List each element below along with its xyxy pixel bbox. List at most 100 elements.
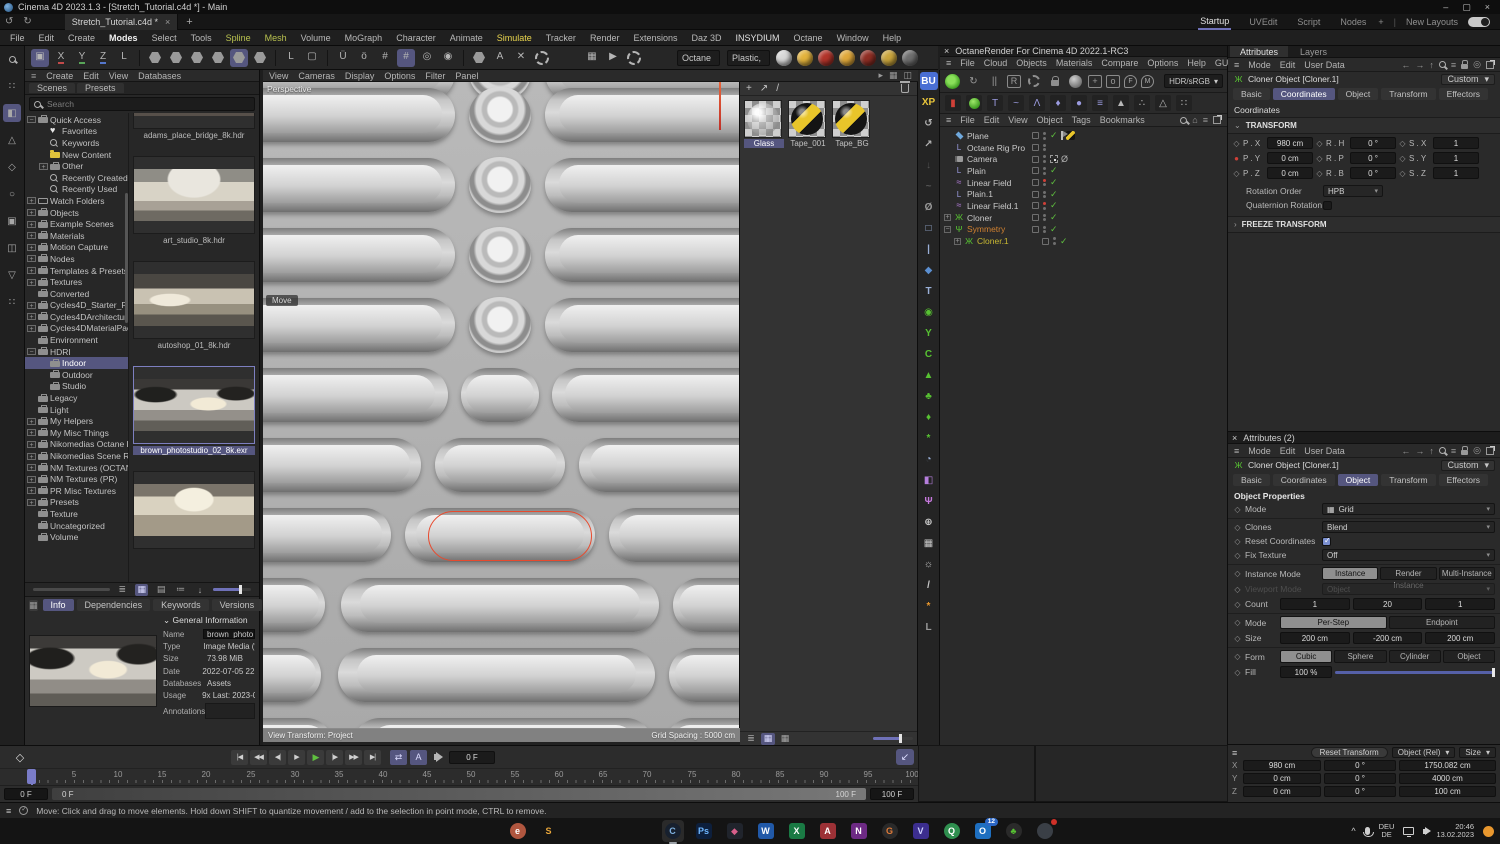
add-material-button[interactable]: + [746,83,752,94]
points-mode-button[interactable] [167,49,185,67]
object-expand-icon[interactable] [944,179,951,186]
material-preset-dropdown[interactable]: Plastic, [727,49,771,66]
viewport-menu-item[interactable]: Panel [455,71,478,81]
triangle-tool-icon[interactable]: △ [3,131,21,149]
line-primitive-button[interactable]: | [920,240,938,258]
octane-menu-item[interactable]: Compare [1101,58,1138,68]
coords-size-dropdown[interactable]: Size ▾ [1459,747,1496,758]
material-ball-icon[interactable] [1067,73,1084,90]
tri-solid-icon[interactable]: ▲ [1113,95,1129,111]
null-object-button[interactable]: Ø [920,198,938,216]
tree-item[interactable]: + Nikomedias Octane Rig Pr [25,439,128,451]
keyframe-dot-icon[interactable] [1233,652,1242,661]
tree-item[interactable]: + Nikomedias Scene Rig Ulti [25,450,128,462]
size-field[interactable]: -200 cm [1352,632,1423,644]
object-name[interactable]: Octane Rig Pro [967,143,1029,153]
param-field[interactable]: 0 ° [1350,167,1396,179]
split-tool-icon[interactable]: ◫ [3,239,21,257]
lock-icon[interactable] [1461,446,1469,455]
thumbnail-size-slider[interactable] [212,585,251,594]
find-icon[interactable] [3,50,21,68]
object-expand-icon[interactable] [944,202,951,209]
layout-tab[interactable]: Nodes [1338,15,1368,29]
mograph-cache-button[interactable]: ♦ [920,408,938,426]
keyframe-dot-icon[interactable] [1233,537,1242,546]
text-object-button[interactable]: T [920,282,938,300]
object-row[interactable]: + Cloner [940,212,1227,224]
asset-thumbnail[interactable] [133,366,255,444]
tree-item[interactable]: + Cycles4DMaterialPack-4K [25,323,128,335]
expand-icon[interactable]: + [27,232,36,240]
spline-pen-button[interactable]: ~ [920,177,938,195]
expand-icon[interactable]: + [27,278,36,287]
start-button[interactable] [445,820,467,842]
target-button[interactable]: ◉ [439,49,457,67]
om-popout-icon[interactable] [1213,115,1222,124]
sound-toggle-icon[interactable] [434,752,443,762]
enabled-check-icon[interactable] [1050,201,1058,210]
keyframe-dot-icon[interactable] [1233,523,1242,532]
asset-thumbnail[interactable] [133,261,255,339]
tree-item[interactable]: Studio [25,381,128,393]
form-segment[interactable]: Sphere [1334,650,1387,663]
count-field[interactable]: 1 [1280,598,1350,610]
tree-item[interactable]: + Textures [25,276,128,288]
object-name[interactable]: Plain [967,166,1029,176]
viewport-menu-item[interactable]: Cameras [298,71,335,81]
x-axis-lock[interactable]: X [52,49,70,67]
layer-square-icon[interactable] [1032,144,1039,152]
count-field[interactable]: 1 [1425,598,1496,610]
workplane-button[interactable]: L [282,49,300,67]
menu-item[interactable]: MoGraph [345,33,383,43]
viewport-menu-item[interactable]: Filter [425,71,445,81]
expand-icon[interactable]: − [27,116,36,124]
cloner-object-button[interactable]: ◉ [920,303,938,321]
cluster-button[interactable]: ♣ [920,387,938,405]
colorspace-dropdown[interactable]: HDR/sRGB ▾ [1164,74,1223,88]
globe-environment-button[interactable]: ⊕ [920,513,938,531]
octane-menu-item[interactable]: Materials [1056,58,1093,68]
expand-icon[interactable]: + [27,464,36,472]
material-thumbnail[interactable] [744,100,782,138]
attr-menu-item[interactable]: Mode [1248,446,1271,456]
render-target-button[interactable]: ▮ [945,95,961,111]
expand-icon[interactable]: + [27,243,36,252]
menu-item[interactable]: Simulate [497,33,532,43]
quaternion-checkbox[interactable] [1323,200,1332,210]
new-layouts-toggle[interactable] [1468,16,1490,27]
om-menu-item[interactable]: File [960,115,975,125]
attr-burger-icon[interactable]: ≡ [1234,446,1239,456]
info-tab[interactable]: Info [42,599,74,611]
task-view-button[interactable] [476,820,498,842]
fill-field[interactable]: 100 % [1280,666,1332,678]
keyframe-dot-icon[interactable] [1233,505,1242,514]
polyfx-button[interactable]: ▲ [920,366,938,384]
material-ball-darkred[interactable] [860,49,877,66]
layer-square-icon[interactable] [1032,225,1039,233]
object-row[interactable]: Plane [940,130,1227,142]
layer-square-icon[interactable] [1032,155,1039,163]
grid-button[interactable]: # [376,49,394,67]
expand-icon[interactable]: + [39,162,48,171]
material-ball-white[interactable] [776,49,793,66]
camera-list-button[interactable]: ▦ [920,534,938,552]
menu-item[interactable]: Character [396,33,436,43]
material-item[interactable]: Tape_001 [788,100,828,148]
render-view-button[interactable]: ▦ [583,49,601,67]
object-row[interactable]: − Symmetry [940,224,1227,236]
texture-mode-button[interactable] [251,49,269,67]
octane-spline-icon[interactable]: ~ [1008,95,1024,111]
asset-item[interactable]: brown_photostudio_02_8k.exr [133,366,255,455]
attribute-subtab[interactable]: Effectors [1438,474,1489,486]
attribute-subtab[interactable]: Object [1337,474,1379,486]
object-name[interactable]: Linear Field.1 [967,201,1029,211]
word[interactable]: W [755,820,777,842]
tree-item[interactable]: + Cycles4D_Starter_Pack [25,300,128,312]
layout-tab[interactable]: UVEdit [1247,15,1279,29]
guardian-app[interactable]: G [879,820,901,842]
keyframe-dot-icon[interactable] [1232,154,1241,163]
back-icon[interactable]: ← [1401,60,1410,70]
workplane-strip-button[interactable]: L [920,618,938,636]
transform-group-header[interactable]: ⌄ TRANSFORM [1228,117,1500,134]
om-menu-item[interactable]: View [1008,115,1027,125]
